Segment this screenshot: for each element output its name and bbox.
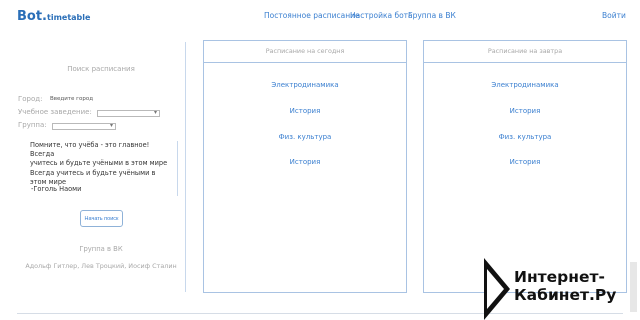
lesson-item[interactable]: Физ. культура — [204, 133, 406, 141]
lesson-item[interactable]: История — [204, 107, 406, 115]
logo-main-text: Bot. — [17, 9, 47, 24]
lesson-item[interactable]: Электродинамика — [204, 81, 406, 89]
start-search-button[interactable]: Начать поиск — [80, 210, 123, 227]
lesson-item[interactable]: История — [424, 158, 626, 166]
search-title: Поиск расписания — [67, 65, 135, 73]
watermark-line: Интернет- — [514, 268, 605, 286]
watermark-arrow-cutout — [487, 269, 504, 309]
group-select[interactable]: ▾ — [52, 122, 116, 130]
lesson-item[interactable]: Электродинамика — [424, 81, 626, 89]
footer-divider — [17, 313, 623, 314]
today-schedule-panel: Расписание на сегодня Электродинамика Ис… — [203, 40, 407, 293]
chevron-down-icon: ▾ — [153, 109, 157, 116]
vk-group-link[interactable]: Группа в ВК — [18, 245, 184, 253]
scrollbar-track[interactable] — [630, 262, 637, 312]
watermark-text: Интернет- Кабинет.Ру — [514, 268, 616, 304]
group-label: Группа: — [18, 121, 47, 129]
lesson-item[interactable]: Физ. культура — [424, 133, 626, 141]
authors-text: Адольф Гитлер, Лев Троцкий, Иосиф Сталин — [25, 262, 177, 270]
city-label: Город: — [18, 95, 43, 103]
logo-sub-text: timetable — [47, 13, 91, 22]
sidebar-divider — [185, 42, 186, 292]
watermark-line: Кабинет.Ру — [514, 286, 617, 304]
chevron-down-icon: ▾ — [109, 122, 113, 129]
quote-author: -Гоголь Наоми — [31, 185, 82, 193]
quote-line: Помните, что учёба - это главное! Всегда — [30, 141, 150, 159]
site-logo[interactable]: Bot.timetable — [17, 5, 90, 24]
institution-label: Учебное заведение: — [18, 108, 92, 116]
quote-line: учитесь и будьте учёными в этом мире — [30, 159, 168, 168]
city-input[interactable]: Введите город — [50, 96, 93, 102]
lesson-item[interactable]: История — [204, 158, 406, 166]
login-link[interactable]: Войти — [602, 11, 626, 20]
institution-select[interactable]: ▾ — [97, 109, 160, 117]
lesson-item[interactable]: История — [424, 107, 626, 115]
tomorrow-schedule-panel: Расписание на завтра Электродинамика Ист… — [423, 40, 627, 293]
nav-vk-group[interactable]: Группа в ВК — [408, 11, 456, 20]
quote-text: Помните, что учёба - это главное! Всегда… — [30, 141, 172, 187]
tomorrow-panel-title: Расписание на завтра — [424, 41, 626, 63]
today-panel-title: Расписание на сегодня — [204, 41, 406, 63]
nav-bot-settings[interactable]: Настройка бота — [350, 11, 413, 20]
nav-permanent-schedule[interactable]: Постоянное расписание — [264, 11, 360, 20]
